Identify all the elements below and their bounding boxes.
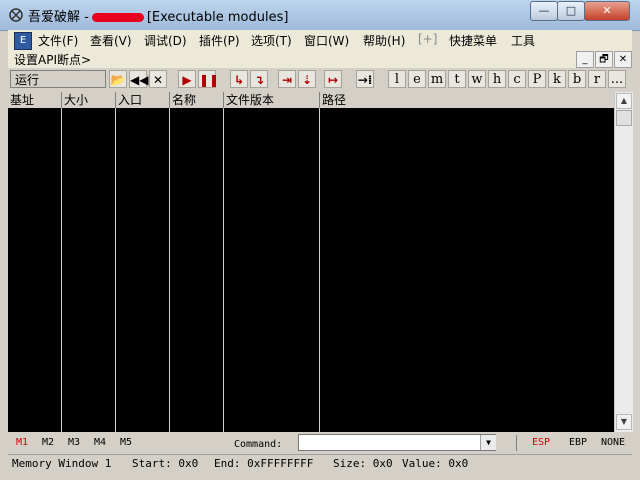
step-over-icon[interactable]: ↴ (250, 70, 268, 88)
redacted-area (91, 13, 144, 22)
marker-m3[interactable]: M3 (68, 437, 80, 448)
window-title: 吾爱破解 - [Executable modules] (28, 6, 288, 25)
mdi-restore-button[interactable]: 🗗 (595, 51, 613, 68)
modules-table-header: 基址 大小 入口 名称 文件版本 路径 (8, 92, 614, 109)
scroll-up-button[interactable]: ▲ (616, 93, 632, 109)
handles-button[interactable]: h (488, 70, 506, 88)
scroll-thumb[interactable] (616, 110, 632, 126)
status-bar: Memory Window 1 Start: 0x0 End: 0xFFFFFF… (8, 454, 632, 473)
menu-tools[interactable]: 工具 (511, 32, 535, 49)
trace-into-icon[interactable]: ⇥ (278, 70, 296, 88)
breakpoints-button[interactable]: b (568, 70, 586, 88)
threads-button[interactable]: t (448, 70, 466, 88)
command-dropdown-icon[interactable]: ▼ (480, 435, 496, 450)
references-button[interactable]: r (588, 70, 606, 88)
register-none[interactable]: NONE (601, 437, 625, 448)
column-divider (115, 108, 116, 432)
execute-till-return-icon[interactable]: ↦ (324, 70, 342, 88)
menu-expand[interactable]: [+] (418, 32, 437, 46)
window-title-prefix: 吾爱破解 - (28, 10, 89, 25)
menu-help[interactable]: 帮助(H) (363, 32, 405, 49)
mdi-minimize-button[interactable]: _ (576, 51, 594, 68)
maximize-button[interactable]: □ (557, 1, 585, 21)
register-ebp[interactable]: EBP (569, 437, 587, 448)
scroll-down-button[interactable]: ▼ (616, 414, 632, 430)
command-input[interactable] (298, 434, 496, 451)
column-divider (169, 108, 170, 432)
trace-over-icon[interactable]: ⇣ (298, 70, 316, 88)
menu-shortcuts[interactable]: 快捷菜单 (449, 32, 497, 49)
title-bar: 吾爱破解 - [Executable modules] — □ ✕ (0, 0, 640, 31)
column-divider (319, 108, 320, 432)
memory-map-button[interactable]: m (428, 70, 446, 88)
column-size[interactable]: 大小 (62, 92, 116, 108)
menu-window[interactable]: 窗口(W) (304, 32, 349, 49)
restart-icon[interactable]: ◀◀ (129, 70, 148, 88)
marker-m2[interactable]: M2 (42, 437, 54, 448)
call-stack-button[interactable]: k (548, 70, 566, 88)
close-program-icon[interactable]: ✕ (149, 70, 167, 88)
mdi-close-button[interactable]: ✕ (614, 51, 632, 68)
status-value: Value: 0x0 (402, 457, 469, 470)
set-api-breakpoint-menu[interactable]: 设置API断点> (14, 51, 91, 68)
vertical-scrollbar[interactable]: ▲ ▼ (614, 92, 633, 432)
command-label: Command: (234, 439, 283, 450)
marker-m5[interactable]: M5 (120, 437, 132, 448)
run-icon[interactable]: ▶ (178, 70, 196, 88)
marker-m4[interactable]: M4 (94, 437, 106, 448)
cpu-button[interactable]: c (508, 70, 526, 88)
menu-plugins[interactable]: 插件(P) (199, 32, 240, 49)
patches-button[interactable]: P (528, 70, 546, 88)
command-bar: M1 M2 M3 M4 M5 Command: ▼ ESP EBP NONE (8, 433, 632, 453)
menu-debug[interactable]: 调试(D) (144, 32, 187, 49)
executable-modules-button[interactable]: e (408, 70, 426, 88)
menu-file[interactable]: 文件(F) (38, 32, 78, 49)
toolbar: 运行 📂 ◀◀ ✕ ▶ ❚❚ ↳ ↴ ⇥ ⇣ ↦ →⁞ l e m t w h … (8, 69, 632, 91)
column-divider (61, 108, 62, 432)
open-folder-icon[interactable]: 📂 (109, 70, 127, 88)
close-button[interactable]: ✕ (584, 1, 630, 21)
menu-view[interactable]: 查看(V) (90, 32, 132, 49)
go-to-address-icon[interactable]: →⁞ (356, 70, 374, 88)
status-end: End: 0xFFFFFFFF (214, 457, 314, 470)
mdi-window-icon[interactable]: E (14, 32, 32, 50)
run-status: 运行 (10, 70, 106, 88)
column-base[interactable]: 基址 (8, 92, 62, 108)
column-divider (223, 108, 224, 432)
column-entry[interactable]: 入口 (116, 92, 170, 108)
column-file-version[interactable]: 文件版本 (224, 92, 320, 108)
column-name[interactable]: 名称 (170, 92, 224, 108)
command-separator (516, 435, 517, 451)
status-size: Size: 0x0 (333, 457, 393, 470)
step-into-icon[interactable]: ↳ (230, 70, 248, 88)
pause-icon[interactable]: ❚❚ (198, 70, 219, 88)
windows-button[interactable]: w (468, 70, 486, 88)
status-start: Start: 0x0 (132, 457, 199, 470)
column-path[interactable]: 路径 (320, 92, 614, 108)
menu-options[interactable]: 选项(T) (251, 32, 292, 49)
status-memory-window: Memory Window 1 (12, 457, 112, 470)
marker-m1[interactable]: M1 (16, 437, 28, 448)
api-breakpoint-bar: 设置API断点> _ 🗗 ✕ (8, 50, 632, 68)
more-button[interactable]: ... (608, 70, 626, 88)
window-title-suffix: [Executable modules] (146, 10, 289, 25)
log-window-button[interactable]: l (388, 70, 406, 88)
app-icon (9, 8, 23, 22)
menu-bar: E 文件(F) 查看(V) 调试(D) 插件(P) 选项(T) 窗口(W) 帮助… (8, 30, 632, 50)
register-esp[interactable]: ESP (532, 437, 550, 448)
minimize-button[interactable]: — (530, 1, 558, 21)
modules-table-body[interactable] (8, 108, 614, 432)
